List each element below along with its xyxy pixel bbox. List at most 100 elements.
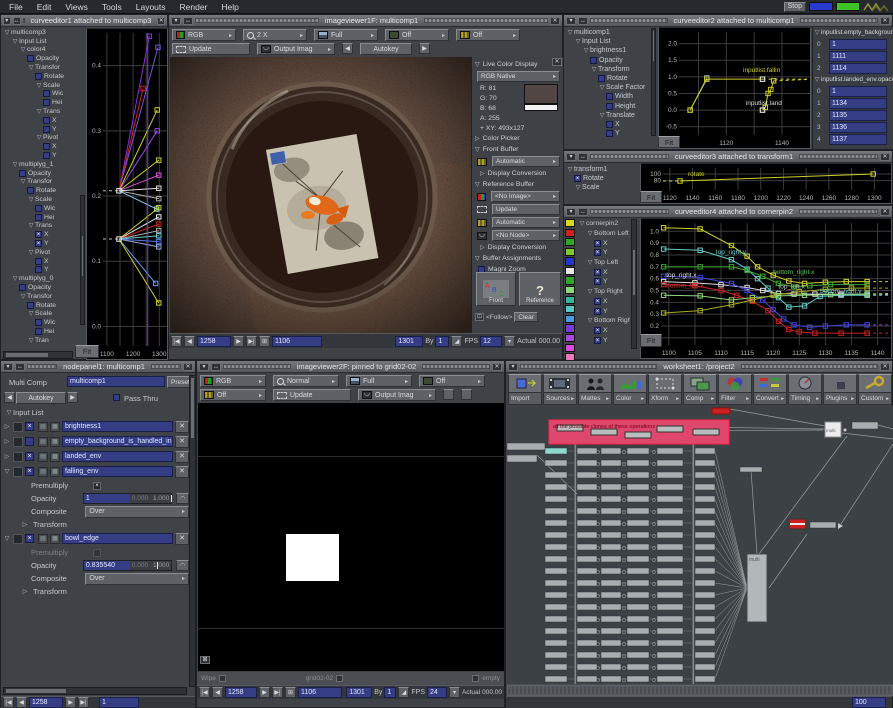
keygroup-header[interactable]: ▽inputlist.empty_background_is_h bbox=[813, 27, 893, 38]
expander-icon[interactable]: ▽ bbox=[19, 178, 27, 185]
curve-color-swatch[interactable] bbox=[565, 257, 575, 265]
tree-item-translate[interactable]: ▽Translate bbox=[566, 111, 650, 120]
wipe-label[interactable]: Wipe bbox=[201, 675, 216, 682]
tree-item-transfor[interactable]: ▽Transfor bbox=[3, 178, 79, 187]
wipe-handle[interactable] bbox=[472, 675, 479, 682]
expander-icon[interactable]: ▽ bbox=[3, 468, 11, 475]
curveeditor1-titlebar[interactable]: ▾ ↔ curveeditor1 attached to multicomp3 … bbox=[1, 15, 167, 27]
graph-node[interactable] bbox=[601, 604, 621, 610]
front-buffer-button[interactable]: A B C Front bbox=[476, 272, 516, 306]
input-mode-icon[interactable]: ▦ bbox=[50, 452, 60, 462]
window-menu-icon[interactable]: ▾ bbox=[508, 363, 518, 371]
graph-node[interactable] bbox=[695, 604, 715, 610]
tree-item-y[interactable]: ×Y bbox=[578, 306, 630, 316]
active-checkbox[interactable]: × bbox=[25, 534, 34, 543]
graph-node[interactable] bbox=[545, 580, 567, 586]
curve-color-swatch[interactable] bbox=[565, 286, 575, 294]
window-link-icon[interactable]: ↔ bbox=[13, 17, 21, 25]
graph-node[interactable] bbox=[601, 472, 621, 478]
sidebar-buffer-assignments[interactable]: ▽Buffer Assignments bbox=[472, 253, 563, 264]
composite-select[interactable]: Over▸ bbox=[85, 573, 189, 585]
delete-input-button[interactable]: ✕ bbox=[175, 466, 189, 478]
expander-icon[interactable]: ▽ bbox=[3, 29, 11, 36]
graph-node[interactable] bbox=[577, 616, 597, 622]
key-value-field[interactable]: 1135 bbox=[829, 110, 887, 121]
tree-item-x[interactable]: X bbox=[566, 120, 650, 129]
expander-icon[interactable]: ▽ bbox=[27, 222, 35, 229]
fps-dropdown-icon[interactable]: ▾ bbox=[449, 687, 460, 698]
tree-item-x[interactable]: ×X bbox=[578, 297, 630, 307]
key-value-field[interactable]: 1136 bbox=[829, 122, 887, 133]
expander-icon[interactable]: ▷ bbox=[3, 423, 11, 430]
selected-node[interactable] bbox=[693, 429, 719, 435]
expander-icon[interactable]: ▽ bbox=[35, 108, 43, 115]
curve-visibility-checkbox[interactable] bbox=[35, 258, 42, 265]
graph-node[interactable] bbox=[695, 652, 715, 658]
curve-toggle-button[interactable]: ◠ bbox=[176, 560, 189, 571]
tree-item-trans[interactable]: ▽Trans bbox=[3, 222, 79, 231]
resolution-select[interactable]: Full▸ bbox=[346, 375, 412, 387]
menu-file[interactable]: File bbox=[4, 2, 28, 12]
graph-node[interactable] bbox=[601, 460, 621, 466]
key-value-field[interactable]: 1 bbox=[829, 39, 887, 50]
tree-item-x[interactable]: ×X bbox=[578, 238, 630, 248]
tree-item-pivot[interactable]: ▽Pivot bbox=[3, 248, 79, 257]
selected-node[interactable] bbox=[657, 426, 683, 432]
graph-node[interactable] bbox=[657, 544, 683, 550]
expander-icon[interactable]: ▽ bbox=[35, 134, 43, 141]
sidebar-display-conversion[interactable]: ▷Display Conversion bbox=[472, 168, 563, 179]
premultiply-checkbox[interactable]: × bbox=[93, 482, 101, 490]
expander-icon[interactable]: ▷ bbox=[480, 244, 485, 251]
curve-visibility-checkbox[interactable] bbox=[27, 302, 34, 309]
stop-button[interactable]: Stop bbox=[784, 2, 806, 12]
graph-node[interactable] bbox=[545, 652, 567, 658]
expander-icon[interactable]: ▽ bbox=[586, 317, 594, 324]
graph-node[interactable] bbox=[545, 460, 567, 466]
expander-icon[interactable]: ▷ bbox=[475, 135, 480, 142]
close-icon[interactable]: ✕ bbox=[492, 363, 502, 371]
curve-visibility-checkbox[interactable] bbox=[606, 103, 613, 110]
tree-scrollbar[interactable] bbox=[80, 195, 85, 325]
zoom-field[interactable]: 100 bbox=[852, 697, 886, 708]
graph-node[interactable] bbox=[627, 496, 649, 502]
step-fwd-button[interactable]: ▶ bbox=[65, 697, 76, 708]
goto-start-button[interactable]: |◀ bbox=[171, 336, 182, 347]
expander-icon[interactable]: ▷ bbox=[3, 438, 11, 445]
graph-node[interactable] bbox=[601, 496, 621, 502]
autokey-next[interactable]: ▶ bbox=[419, 43, 430, 54]
tool-filter[interactable]: Filter▸ bbox=[718, 374, 752, 405]
window-menu-icon[interactable]: ▾ bbox=[3, 17, 11, 25]
update-button[interactable]: Update bbox=[273, 389, 351, 401]
graph-node[interactable] bbox=[695, 532, 715, 538]
graph-node[interactable] bbox=[695, 592, 715, 598]
graph-node[interactable] bbox=[601, 484, 621, 490]
key-value-field[interactable]: 1114 bbox=[829, 63, 887, 74]
input-mode-icon[interactable]: ▤ bbox=[38, 467, 48, 477]
graph-node[interactable] bbox=[577, 460, 597, 466]
expander-icon[interactable]: ▽ bbox=[27, 249, 35, 256]
tree-item-input-list[interactable]: ▽Input List bbox=[566, 37, 650, 46]
frame-field-2[interactable]: 1106 bbox=[272, 336, 322, 347]
reference-buffer-button[interactable]: ? Reference bbox=[519, 272, 561, 306]
curve-visibility-checkbox[interactable] bbox=[43, 152, 50, 159]
expander-icon[interactable]: ▽ bbox=[11, 38, 19, 45]
graph-node[interactable] bbox=[545, 484, 567, 490]
extra-button-1[interactable] bbox=[443, 389, 454, 400]
lut-select[interactable]: Off▸ bbox=[200, 389, 266, 401]
goto-end-button[interactable]: ▶| bbox=[78, 697, 89, 708]
curveeditor3-graph[interactable]: 1008011201140116011801200122012401260128… bbox=[640, 163, 892, 204]
expander-icon[interactable]: ▽ bbox=[566, 166, 574, 173]
thumbnail-icon[interactable] bbox=[13, 452, 23, 462]
tree-item-x[interactable]: ×X bbox=[578, 267, 630, 277]
curve-visibility-checkbox[interactable] bbox=[606, 93, 613, 100]
comp-name-field[interactable]: multicomp1 bbox=[67, 376, 165, 387]
expander-icon[interactable]: ▽ bbox=[566, 29, 574, 36]
tree-item-brightness1[interactable]: ▽brightness1 bbox=[566, 46, 650, 55]
graph-node[interactable] bbox=[657, 568, 683, 574]
window-link-icon[interactable]: ↔ bbox=[578, 153, 588, 161]
input-row-landed_env[interactable]: ▷×▤▦landed_env✕ bbox=[3, 449, 189, 464]
expander-icon[interactable]: ▽ bbox=[475, 61, 480, 68]
tree-item-wic[interactable]: Wic bbox=[3, 318, 79, 327]
graph-node[interactable] bbox=[545, 532, 567, 538]
tree-item-x[interactable]: ×X bbox=[578, 326, 630, 336]
